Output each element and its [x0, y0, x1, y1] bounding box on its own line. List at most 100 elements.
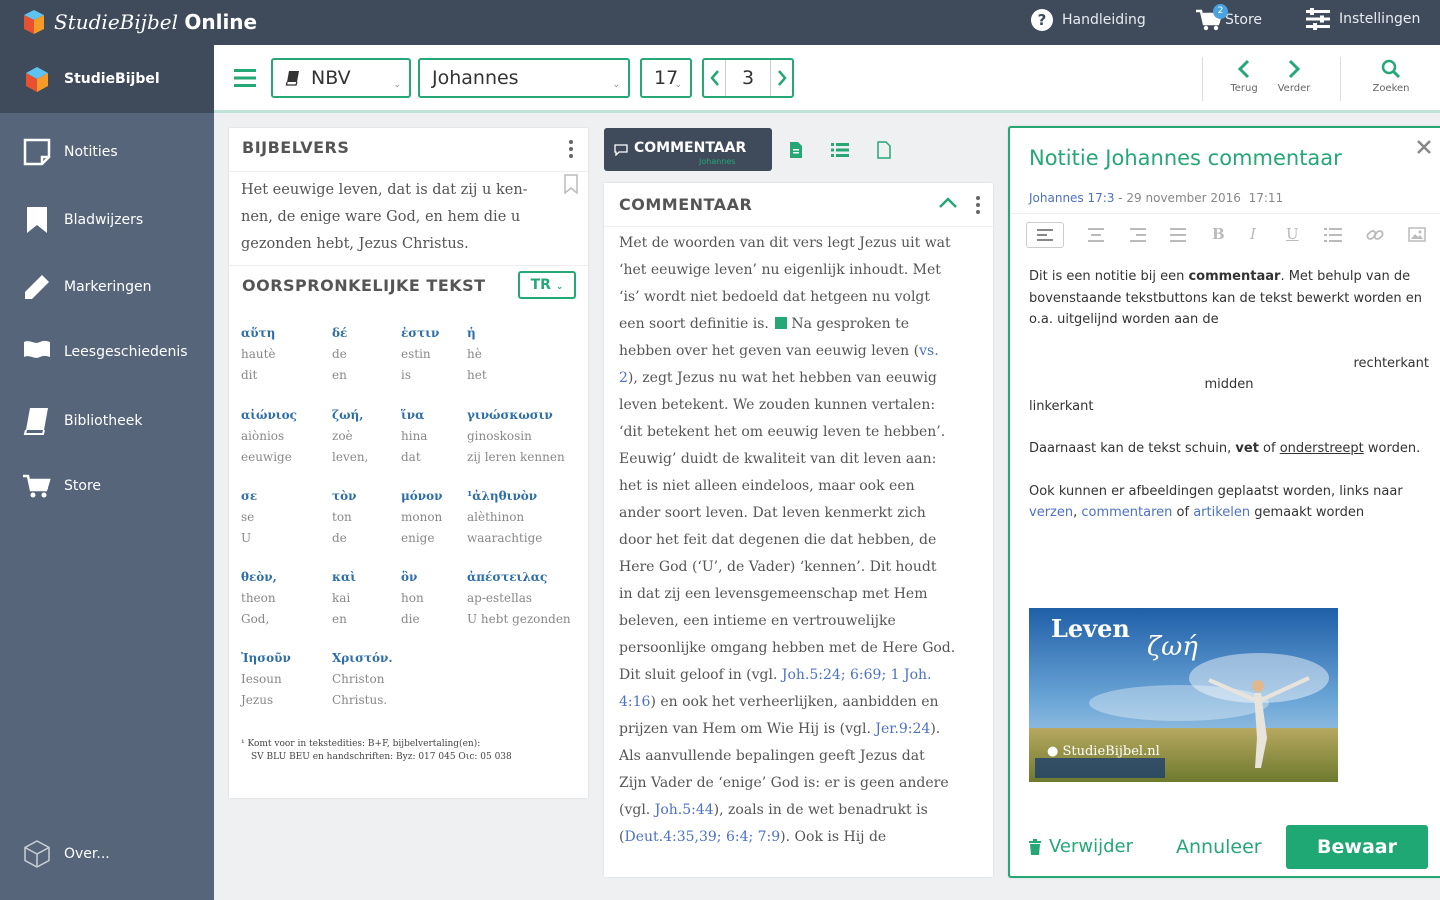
commentary-line: ‘is’ wordt niet bedoeld dat hetgeen nu v…: [619, 289, 931, 305]
previous-verse-button[interactable]: [704, 60, 726, 96]
align-left-button[interactable]: [1026, 222, 1064, 248]
greek-word[interactable]: καὶ kai en: [332, 567, 356, 630]
verse-stepper[interactable]: 3: [702, 58, 794, 98]
scripture-link[interactable]: Jer.9:24: [875, 721, 930, 737]
align-justify-icon[interactable]: [1170, 228, 1186, 242]
commentary-line: Eeuwig’ duidt de kwaliteit van dit leven…: [619, 451, 937, 467]
studiebijbel-logo-icon: [24, 10, 44, 34]
chevron-right-icon: [1288, 59, 1301, 79]
link-icon[interactable]: [1366, 227, 1384, 243]
scripture-link[interactable]: 2: [619, 370, 628, 386]
note-editor[interactable]: Dit is een notitie bij een commentaar. M…: [1029, 266, 1429, 524]
align-center-icon[interactable]: [1088, 228, 1104, 242]
greek-word[interactable]: τὸν ton de: [332, 486, 356, 549]
manual-link[interactable]: ? Handleiding: [1030, 8, 1146, 32]
back-button[interactable]: Terug: [1224, 59, 1264, 94]
commentary-line: 2), zegt Jezus nu wat het hebben van eeu…: [619, 370, 937, 386]
hamburger-menu-icon[interactable]: [234, 69, 256, 87]
greek-word[interactable]: ὃν hon die: [401, 567, 424, 630]
tab-document[interactable]: [774, 128, 818, 171]
note-ref-link[interactable]: Johannes 17:3: [1029, 191, 1114, 205]
next-verse-button[interactable]: [770, 60, 792, 96]
greek-word[interactable]: δέ de en: [332, 323, 347, 386]
underline-icon[interactable]: U: [1286, 225, 1299, 243]
chevron-down-icon: ⌄: [674, 80, 682, 90]
greek-word[interactable]: ἡ hè het: [467, 323, 487, 386]
svg-text:?: ?: [1038, 11, 1047, 29]
cancel-button[interactable]: Annuleer: [1176, 836, 1262, 858]
image-icon[interactable]: [1408, 227, 1426, 242]
greek-word[interactable]: ¹ἀληθινὸν alèthinon waarachtige: [467, 486, 542, 549]
note-icon: [23, 138, 51, 166]
greek-word[interactable]: Ἰησοῦν Iesoun Jezus: [241, 648, 291, 711]
greek-word[interactable]: αὕτη hautè dit: [241, 323, 276, 386]
align-left-icon: [1037, 229, 1053, 241]
greek-word[interactable]: μόνον monon enige: [401, 486, 442, 549]
footnote: ¹ Komt voor in tekstedities: B+F, bijbel…: [241, 739, 512, 762]
greek-word[interactable]: ἐστιν estin is: [401, 323, 439, 386]
store-link[interactable]: 2 Store: [1195, 4, 1262, 32]
flag-icon: [24, 340, 50, 358]
text-edition-select[interactable]: TR ⌄: [518, 271, 576, 299]
greek-word[interactable]: θεὸν, theon God,: [241, 567, 277, 630]
list-icon[interactable]: [1324, 228, 1342, 242]
book-select[interactable]: Johannes ⌄: [418, 58, 630, 98]
chevron-down-icon: ⌄: [393, 80, 401, 90]
align-right-icon[interactable]: [1130, 228, 1146, 242]
note-image[interactable]: Leven ζωή ● StudieBijbel.nl: [1029, 608, 1338, 782]
link-commentaries[interactable]: commentaren: [1081, 505, 1172, 520]
greek-word[interactable]: ἀπέστειλας ap-estellas U hebt gezonden: [467, 567, 571, 630]
sidebar-item-leesgeschiedenis[interactable]: Leesgeschiedenis: [0, 319, 214, 385]
search-button[interactable]: Zoeken: [1368, 59, 1414, 94]
original-text-title: OORSPRONKELIJKE TEKST: [242, 276, 486, 295]
tab-page[interactable]: [862, 128, 906, 171]
scripture-link[interactable]: Joh.5:24; 6:69; 1 Joh.: [782, 667, 932, 683]
save-button[interactable]: Bewaar: [1286, 825, 1428, 869]
sidebar-item-bladwijzers[interactable]: Bladwijzers: [0, 187, 214, 253]
italic-icon[interactable]: I: [1250, 225, 1256, 243]
sidebar-item-bibliotheek[interactable]: Bibliotheek: [0, 388, 214, 454]
sidebar-item-studiebijbel[interactable]: StudieBijbel: [0, 45, 214, 113]
note-panel: Notitie Johannes commentaar Johannes 17:…: [1008, 126, 1440, 878]
commentary-line: hebben over het geven van eeuwig leven (…: [619, 343, 939, 359]
greek-word[interactable]: Χριστόν. Christon Christus.: [332, 648, 393, 711]
more-options-icon[interactable]: [569, 140, 573, 161]
note-marker-icon[interactable]: [774, 317, 787, 329]
chapter-select[interactable]: 17 ⌄: [640, 58, 692, 98]
scripture-link[interactable]: 4:16: [619, 694, 650, 710]
sidebar-item-notities[interactable]: Notities: [0, 119, 214, 185]
commentary-line: persoonlijke omgang hebben met de Here G…: [619, 640, 956, 656]
greek-word[interactable]: σε se U: [241, 486, 257, 549]
trash-icon: [1029, 838, 1041, 855]
more-options-icon[interactable]: [976, 196, 980, 217]
settings-link[interactable]: Instellingen: [1305, 8, 1420, 30]
commentary-panel: COMMENTAAR Met de woorden van dit vers l…: [604, 183, 993, 877]
tab-commentary[interactable]: COMMENTAAR Johannes: [604, 128, 772, 171]
bookmark-icon: [27, 207, 47, 233]
delete-button[interactable]: Verwijder: [1029, 836, 1133, 857]
bold-icon[interactable]: B: [1212, 225, 1225, 243]
translation-select[interactable]: NBV ⌄: [271, 58, 411, 98]
scripture-link[interactable]: Deut.4:35,39; 6:4; 7:9: [624, 829, 780, 845]
bookmark-icon[interactable]: [563, 174, 579, 194]
link-verses[interactable]: verzen: [1029, 505, 1073, 520]
chevron-up-icon[interactable]: [938, 197, 958, 209]
greek-word[interactable]: ζωή, zoè leven,: [332, 405, 368, 468]
sidebar-item-markeringen[interactable]: Markeringen: [0, 254, 214, 320]
sidebar-item-about[interactable]: Over...: [0, 821, 214, 887]
scripture-link[interactable]: Joh.5:44: [655, 802, 714, 818]
commentary-line: Zijn Vader de ‘enige’ God is: er is geen…: [619, 775, 949, 791]
commentary-line: beleven, een intieme en vertrouwelijke: [619, 613, 896, 629]
sidebar-item-store[interactable]: Store: [0, 453, 214, 519]
commentary-line: ander soort leven. Dat leven kenmerkt zi…: [619, 505, 926, 521]
forward-button[interactable]: Verder: [1274, 59, 1314, 94]
brand[interactable]: StudieBijbel Online: [22, 8, 257, 36]
greek-word[interactable]: γινώσκωσιν ginoskosin zij leren kennen: [467, 405, 565, 468]
link-articles[interactable]: artikelen: [1193, 505, 1250, 520]
tab-list[interactable]: [818, 128, 862, 171]
greek-word[interactable]: ἵνα hina dat: [401, 405, 427, 468]
greek-word[interactable]: αἰώνιος aiònios eeuwige: [241, 405, 297, 468]
scripture-link[interactable]: vs.: [919, 343, 939, 359]
close-icon[interactable]: [1415, 138, 1433, 156]
commentary-line: het is niet alleen eindeloos, maar ook e…: [619, 478, 915, 494]
